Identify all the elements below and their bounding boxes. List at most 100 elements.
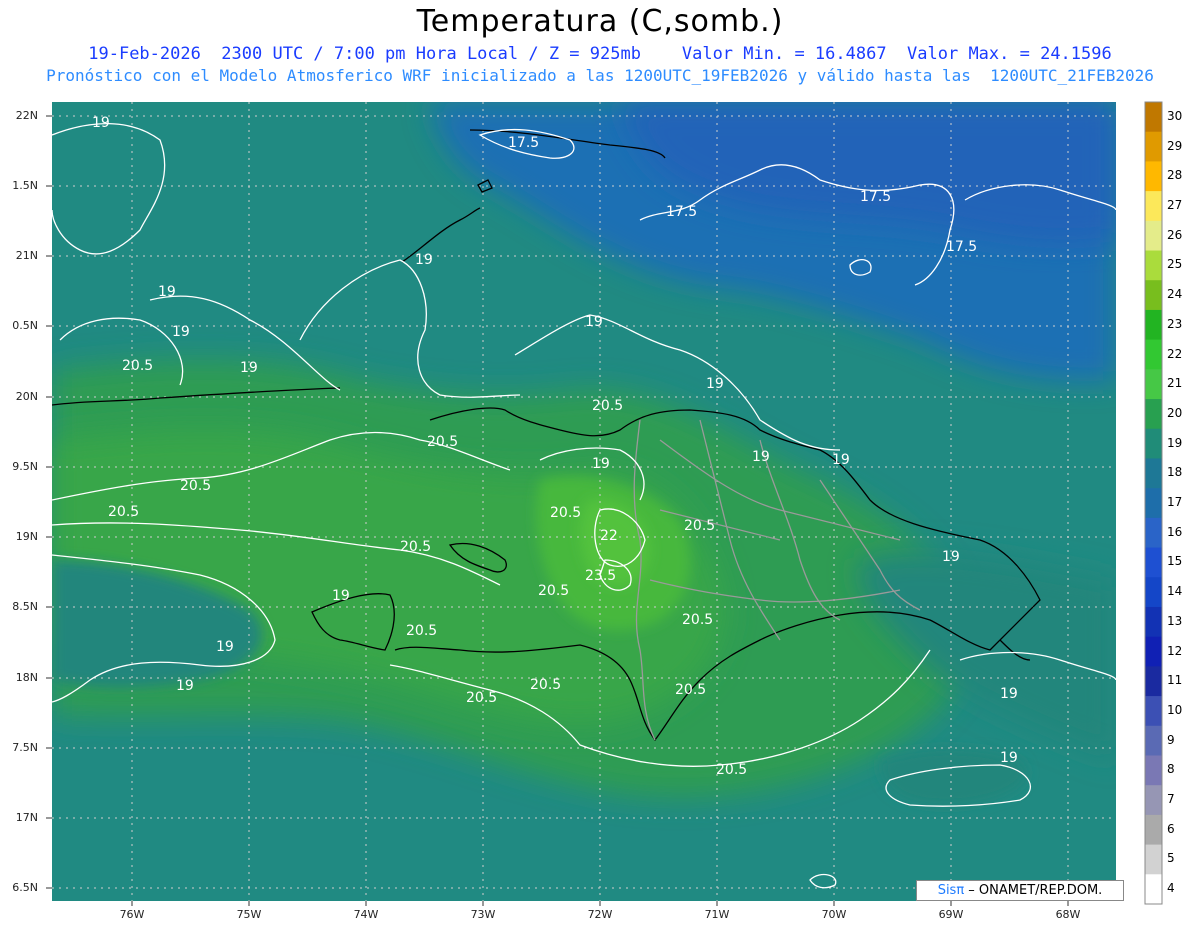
contour-label: 19	[832, 452, 850, 468]
colorbar-label: 16	[1167, 524, 1183, 539]
contour-label: 19	[158, 284, 176, 300]
contour-label: 19	[415, 252, 433, 268]
colorbar-swatch	[1145, 220, 1162, 252]
colorbar-label: 4	[1167, 881, 1175, 896]
colorbar-label: 25	[1167, 257, 1183, 272]
colorbar-label: 22	[1167, 346, 1183, 361]
contour-label: 20.5	[530, 677, 561, 693]
contour-label: 19	[706, 376, 724, 392]
contour-label: 19	[92, 115, 110, 131]
weather-map: 19 17.5 17.5 17.5 17.5 19 19 19 19 20.5 …	[46, 101, 1163, 906]
colorbar-label: 10	[1167, 702, 1183, 717]
colorbar-swatch	[1145, 725, 1162, 756]
colorbar-swatch	[1145, 428, 1162, 459]
contour-label: 20.5	[538, 583, 569, 599]
lat-label: 17N	[15, 811, 38, 824]
colorbar-label: 12	[1167, 643, 1183, 658]
colorbar-swatch	[1145, 517, 1162, 549]
lon-label: 70W	[821, 908, 847, 921]
contour-label: 20.5	[427, 434, 458, 450]
colorbar-label: 15	[1167, 554, 1183, 569]
colorbar-swatch	[1145, 874, 1162, 905]
contour-label: 17.5	[508, 135, 539, 151]
colorbar-swatch	[1145, 785, 1162, 816]
lon-label: 76W	[119, 908, 145, 921]
colorbar-label: 26	[1167, 227, 1183, 242]
lon-label: 75W	[236, 908, 262, 921]
lat-label: 1.5N	[12, 179, 38, 192]
contour-label: 20.5	[400, 539, 431, 555]
colorbar-swatch	[1145, 280, 1162, 311]
contour-label: 19	[592, 456, 610, 472]
lon-label: 71W	[704, 908, 730, 921]
contour-label: 19	[585, 314, 603, 330]
contour-label: 19	[1000, 686, 1018, 702]
colorbar-label: 13	[1167, 613, 1183, 628]
colorbar-swatch	[1145, 399, 1162, 430]
contour-label: 17.5	[860, 189, 891, 205]
lat-label: 22N	[15, 109, 38, 122]
colorbar-swatch	[1145, 131, 1162, 162]
contour-label: 19	[176, 678, 194, 694]
sis-logo-text: Sisπ	[937, 883, 965, 898]
colorbar-label: 29	[1167, 138, 1183, 153]
contour-label: 19	[1000, 750, 1018, 766]
contour-label: 19	[332, 588, 350, 604]
colorbar-label: 18	[1167, 465, 1183, 480]
colorbar-label: 8	[1167, 762, 1175, 777]
colorbar-label: 27	[1167, 198, 1183, 212]
contour-label: 20.5	[675, 682, 706, 698]
lon-label: 74W	[353, 908, 379, 921]
colorbar-swatch	[1145, 369, 1162, 400]
colorbar-label: 24	[1167, 287, 1183, 302]
contour-label: 17.5	[666, 204, 697, 220]
colorbar-swatch	[1145, 339, 1162, 370]
lon-label: 73W	[470, 908, 496, 921]
colorbar-swatch	[1145, 696, 1162, 727]
colorbar-label: 17	[1167, 495, 1183, 509]
colorbar-swatch	[1145, 636, 1162, 667]
contour-label: 19	[172, 324, 190, 340]
colorbar-swatch	[1145, 102, 1162, 133]
contour-label: 20.5	[406, 623, 437, 639]
lat-label: 19N	[15, 530, 38, 543]
credit-box: Sisπ – ONAMET/REP.DOM.	[916, 880, 1124, 901]
map-title: Temperatura (C,somb.)	[416, 4, 784, 39]
lat-label: 21N	[15, 249, 38, 262]
contour-label: 19	[240, 360, 258, 376]
contour-label: 17.5	[946, 239, 977, 255]
colorbar-label: 30	[1167, 108, 1183, 123]
colorbar-swatch	[1145, 191, 1162, 222]
colorbar-label: 5	[1167, 851, 1175, 866]
colorbar-swatch	[1145, 250, 1162, 281]
colorbar-label: 20	[1167, 405, 1183, 420]
colorbar-label: 6	[1167, 821, 1175, 836]
colorbar-swatch	[1145, 844, 1162, 875]
colorbar-label: 23	[1167, 316, 1183, 331]
contour-label: 20.5	[550, 505, 581, 521]
credit-text: – ONAMET/REP.DOM.	[964, 883, 1103, 898]
colorbar-label: 7	[1167, 792, 1175, 806]
colorbar-swatch	[1145, 547, 1162, 578]
colorbar-swatch	[1145, 666, 1162, 697]
colorbar-swatch	[1145, 161, 1162, 192]
colorbar-label: 14	[1167, 584, 1183, 599]
contour-label: 20.5	[684, 518, 715, 534]
colorbar-swatch	[1145, 606, 1162, 638]
contour-label: 19	[942, 549, 960, 565]
contour-label: 20.5	[108, 504, 139, 520]
colorbar-swatch	[1145, 755, 1162, 786]
lat-label: 9.5N	[12, 460, 38, 473]
colorbar-label: 11	[1167, 673, 1183, 688]
lat-label: 18N	[15, 671, 38, 684]
contour-label: 19	[216, 639, 234, 655]
contour-label: 20.5	[716, 762, 747, 778]
colorbar	[1145, 102, 1162, 905]
colorbar-swatch	[1145, 577, 1162, 608]
colorbar-label: 28	[1167, 168, 1183, 183]
contour-label: 20.5	[466, 690, 497, 706]
colorbar-label: 19	[1167, 435, 1183, 450]
contour-label: 20.5	[682, 612, 713, 628]
colorbar-swatch	[1145, 814, 1162, 846]
lon-label: 69W	[938, 908, 964, 921]
